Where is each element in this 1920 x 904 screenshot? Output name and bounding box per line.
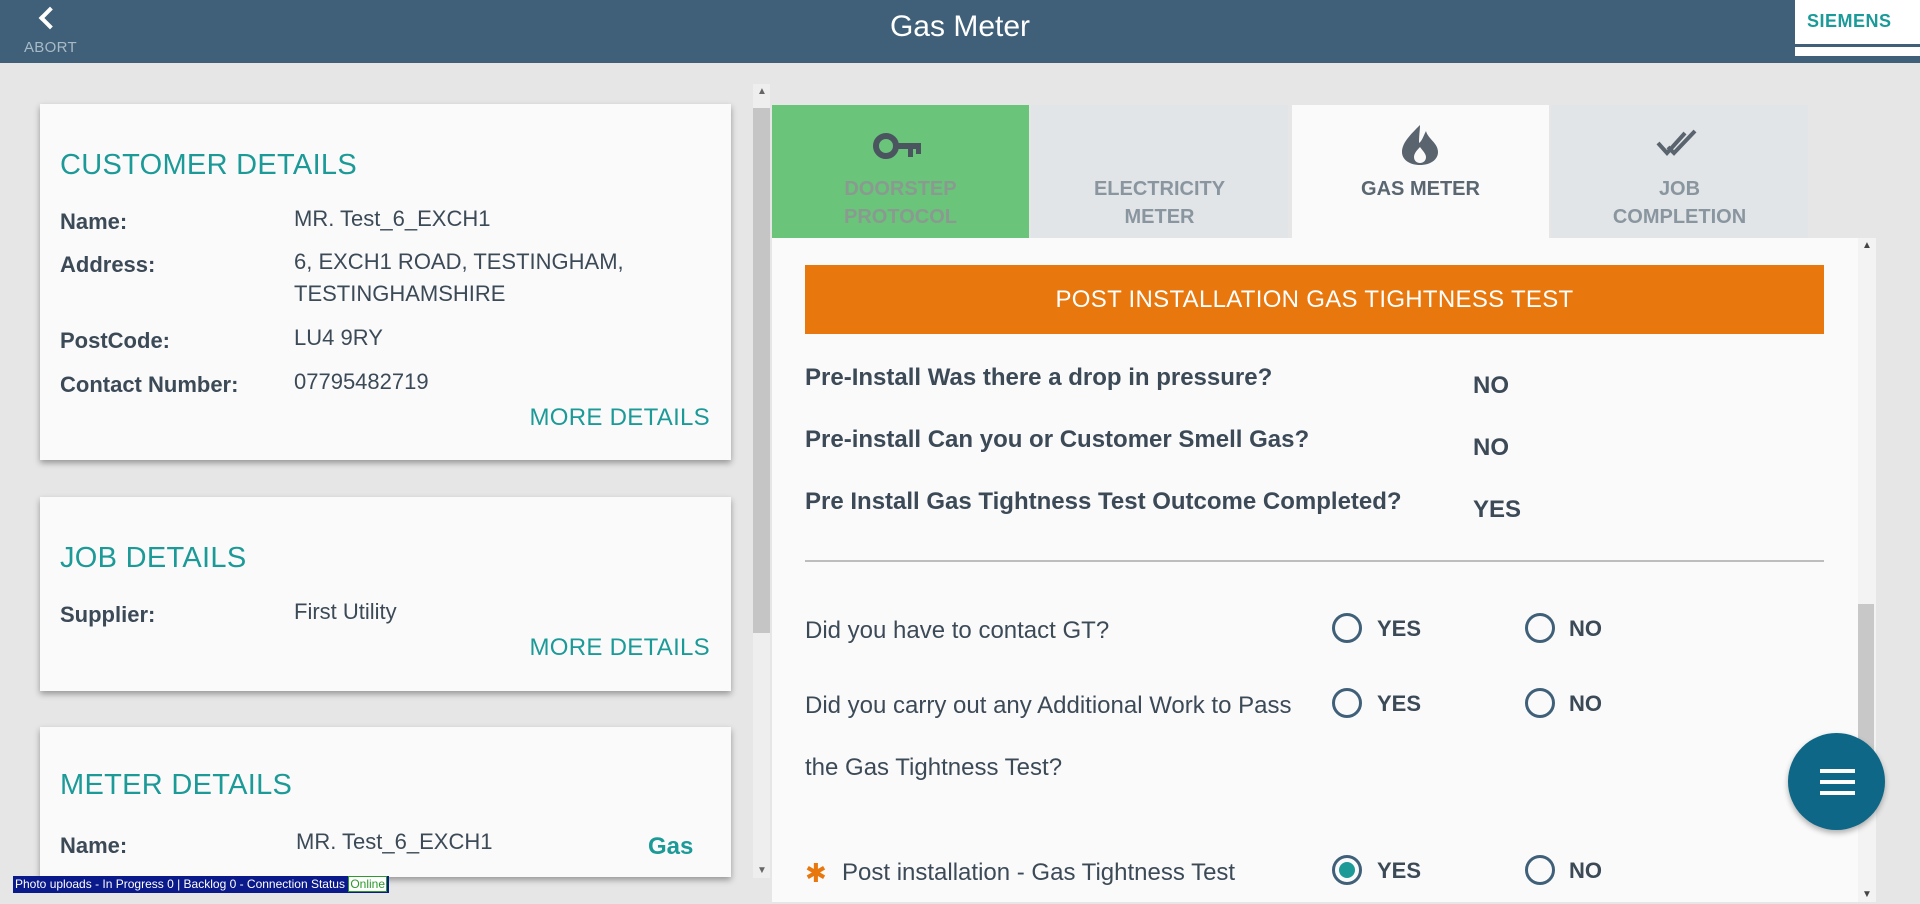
tab-electricity-meter[interactable]: ELECTRICITY METER <box>1031 105 1288 238</box>
supplier-label: Supplier: <box>60 602 156 627</box>
tab-label-line2: METER <box>1124 206 1195 228</box>
meter-type-tag: Gas <box>648 833 694 860</box>
siemens-logo: SIEMENS <box>1795 0 1920 56</box>
tab-label: JOB COMPLETION <box>1551 175 1808 231</box>
postcode-label: PostCode: <box>60 328 170 353</box>
contact-gt-yes-radio[interactable] <box>1332 613 1362 643</box>
double-check-icon <box>1656 129 1697 156</box>
tab-label-line1: GAS METER <box>1361 178 1480 200</box>
question-additional-work-line2: the Gas Tightness Test? <box>805 754 1063 781</box>
contact-label: Contact Number: <box>60 372 239 397</box>
pre-install-question: Pre-install Can you or Customer Smell Ga… <box>805 426 1310 453</box>
pre-install-answer: NO <box>1473 372 1509 399</box>
scroll-down-icon[interactable]: ▼ <box>757 865 767 876</box>
post-install-test-no-radio[interactable] <box>1525 855 1555 885</box>
radio-label: YES <box>1377 691 1422 716</box>
meter-name-label: Name: <box>60 833 128 858</box>
tab-label-line2: PROTOCOL <box>844 206 957 228</box>
contact-gt-no-radio[interactable] <box>1525 613 1555 643</box>
pre-install-question: Pre Install Gas Tightness Test Outcome C… <box>805 488 1402 515</box>
additional-work-yes-radio[interactable] <box>1332 688 1362 718</box>
question-additional-work-line1: Did you carry out any Additional Work to… <box>805 692 1292 719</box>
upload-status-bar: Photo uploads - In Progress 0 | Backlog … <box>13 876 389 893</box>
tab-label-line1: ELECTRICITY <box>1093 178 1226 200</box>
logo-underline <box>1795 44 1920 47</box>
radio-label: NO <box>1569 691 1602 716</box>
supplier-value: First Utility <box>294 599 397 624</box>
card-title: JOB DETAILS <box>60 542 247 574</box>
tab-label: DOORSTEP PROTOCOL <box>772 175 1029 231</box>
tab-job-completion[interactable]: JOB COMPLETION <box>1551 105 1808 238</box>
tab-doorstep-protocol[interactable]: DOORSTEP PROTOCOL <box>772 105 1029 238</box>
job-details-card: JOB DETAILS Supplier: First Utility MORE… <box>40 497 731 691</box>
page-title: Gas Meter <box>889 10 1031 43</box>
post-install-test-yes-radio[interactable] <box>1332 855 1362 885</box>
flame-icon <box>1402 125 1438 165</box>
pre-install-answer: NO <box>1473 434 1509 461</box>
logo-text: SIEMENS <box>1807 11 1892 31</box>
tab-label-line1: DOORSTEP <box>844 178 957 200</box>
customer-details-card: CUSTOMER DETAILS Name: MR. Test_6_EXCH1 … <box>40 104 731 460</box>
job-more-details-link[interactable]: MORE DETAILS <box>529 634 710 662</box>
key-icon <box>873 133 921 159</box>
meter-name-value: MR. Test_6_EXCH1 <box>296 829 493 854</box>
additional-work-no-radio[interactable] <box>1525 688 1555 718</box>
required-asterisk-icon: ✱ <box>805 858 827 888</box>
radio-label: NO <box>1569 616 1602 641</box>
meter-details-card: METER DETAILS Name: MR. Test_6_EXCH1 Gas <box>40 727 731 877</box>
radio-selected-dot <box>1339 862 1355 878</box>
card-title: CUSTOMER DETAILS <box>60 149 357 181</box>
tab-label-line2: COMPLETION <box>1612 206 1747 228</box>
tab-label-line1: JOB <box>1658 178 1701 200</box>
contact-value: 07795482719 <box>294 369 429 394</box>
address-label: Address: <box>60 252 156 277</box>
pre-install-question: Pre-Install Was there a drop in pressure… <box>805 364 1273 391</box>
tab-label: ELECTRICITY METER <box>1031 175 1288 231</box>
customer-more-details-link[interactable]: MORE DETAILS <box>529 404 710 432</box>
divider <box>805 560 1824 562</box>
top-bar: ABORT Gas Meter SIEMENS <box>0 0 1920 63</box>
card-title: METER DETAILS <box>60 769 293 801</box>
radio-label: NO <box>1569 858 1602 883</box>
radio-label: YES <box>1377 858 1422 883</box>
upload-status-text: Photo uploads - In Progress 0 | Backlog … <box>15 877 349 891</box>
scroll-up-icon[interactable]: ▲ <box>757 86 767 97</box>
address-value-line1: 6, EXCH1 ROAD, TESTINGHAM, <box>294 249 624 274</box>
tab-gas-meter[interactable]: GAS METER <box>1292 105 1549 238</box>
connection-status-badge: Online <box>348 876 387 892</box>
name-label: Name: <box>60 209 128 234</box>
left-scrollbar[interactable]: ▲ ▼ <box>753 84 770 878</box>
scroll-down-icon[interactable]: ▼ <box>1862 889 1872 900</box>
address-value-line2: TESTINGHAMSHIRE <box>294 281 506 306</box>
radio-label: YES <box>1377 616 1422 641</box>
name-value: MR. Test_6_EXCH1 <box>294 206 491 231</box>
question-post-install-test: Post installation - Gas Tightness Test <box>842 859 1236 886</box>
scroll-thumb[interactable] <box>753 108 770 633</box>
menu-fab-button[interactable] <box>1788 733 1885 830</box>
postcode-value: LU4 9RY <box>294 325 383 350</box>
tab-label: GAS METER <box>1292 175 1549 203</box>
pre-install-answer: YES <box>1473 496 1522 523</box>
scroll-up-icon[interactable]: ▲ <box>1862 240 1872 251</box>
question-contact-gt: Did you have to contact GT? <box>805 617 1110 644</box>
section-banner: POST INSTALLATION GAS TIGHTNESS TEST <box>805 265 1824 334</box>
gas-meter-form-panel: POST INSTALLATION GAS TIGHTNESS TEST Pre… <box>772 238 1876 902</box>
